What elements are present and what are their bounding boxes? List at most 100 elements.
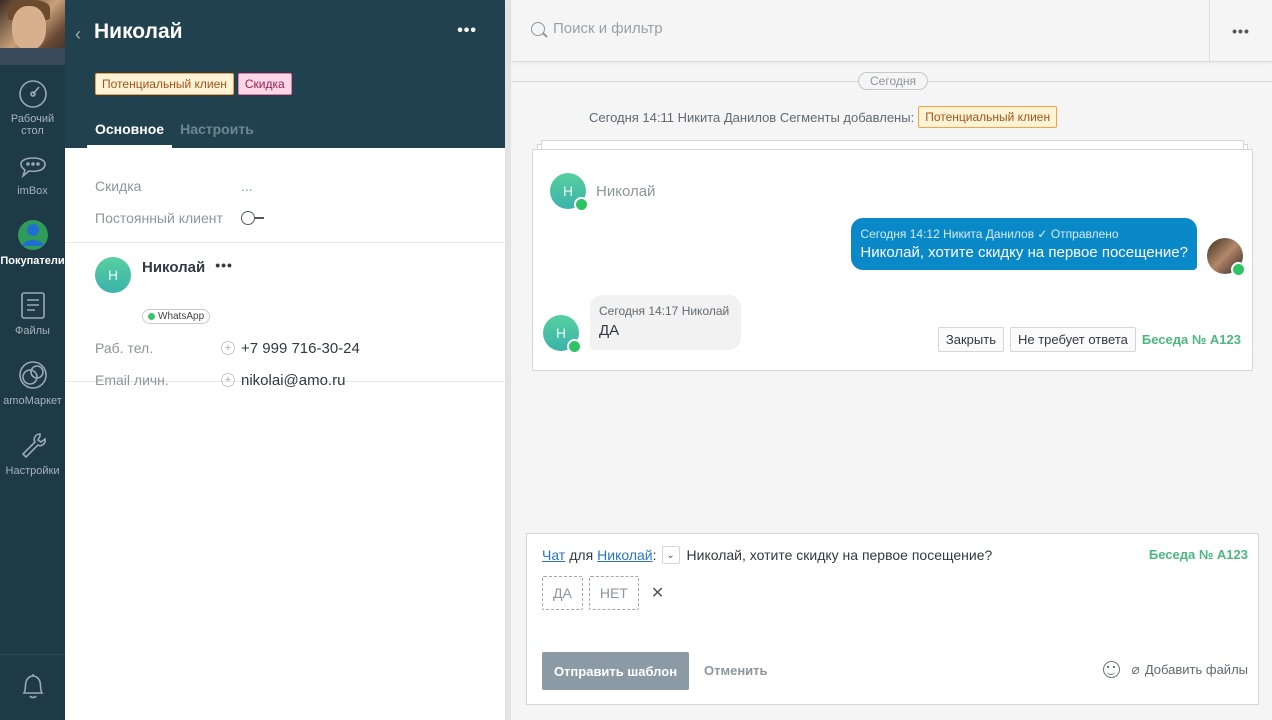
message-meta: Сегодня 14:17 Николай [599,304,730,318]
whatsapp-icon [567,339,582,354]
chat-icon [17,149,49,181]
chat-conversation: Н Николай Сегодня 14:12 Никита Данилов ✓… [532,149,1253,371]
add-icon[interactable]: + [221,373,235,387]
whatsapp-icon [574,197,589,212]
composer-header: Чат для Николай : ⌄ Николай, хотите скид… [542,546,993,564]
message-text: Николай, хотите скидку на первое посещен… [860,244,1188,261]
search-bar: ••• [511,0,1272,62]
emoji-icon[interactable] [1103,661,1120,678]
field-discount: Скидка ... [95,170,475,202]
field-label: Email личн. [95,372,169,388]
add-icon[interactable]: + [221,341,235,355]
chat-contact-avatar: Н [550,173,589,212]
contact-block: Н Николай ••• WhatsApp Раб. тел. + +7 99… [65,243,505,389]
nav-item-label: imBox [17,185,48,197]
incoming-avatar-wrap: Н [543,315,582,354]
contact-avatar: Н [95,257,131,293]
nav-item-settings[interactable]: Настройки [0,415,65,485]
system-note-text: Сегодня 14:11 Никита Данилов Сегменты до… [589,109,915,125]
talk-number-link[interactable]: Беседа № A123 [1142,332,1241,347]
customer-card: ‹ Николай ••• Потенциальный клиен Скидка… [65,0,505,720]
tag-list: Потенциальный клиен Скидка [95,73,292,95]
search-input[interactable] [553,20,1153,37]
tag-potential-client: Потенциальный клиен [918,106,1058,128]
nav-item-dashboard[interactable]: Рабочий стол [0,65,65,137]
message-meta: Сегодня 14:12 Никита Данилов ✓ Отправлен… [860,227,1119,241]
chat-header: Н Николай [550,173,655,212]
card-title[interactable]: Николай [94,20,183,44]
recipient-link[interactable]: Николай [597,547,652,563]
paperclip-icon: ⌀ [1131,661,1140,677]
contact-header: Н Николай ••• [95,257,475,293]
no-reply-needed-button[interactable]: Не требует ответа [1009,327,1136,352]
incoming-avatar: Н [543,315,582,354]
nav-item-label: Рабочий стол [10,113,55,137]
template-text[interactable]: Николай, хотите скидку на первое посещен… [687,547,993,563]
contact-more-button[interactable]: ••• [215,257,233,273]
field-label: Постоянный клиент [95,210,223,226]
field-label: Скидка [95,178,142,194]
card-tabs: Основное Настроить [87,121,262,148]
contact-phone-row: Раб. тел. + +7 999 716-30-24 [95,332,475,364]
cancel-button[interactable]: Отменить [704,663,768,678]
quick-reply-no[interactable]: НЕТ [588,576,639,610]
quick-replies: ДА НЕТ ✕ [542,576,664,610]
field-regular-client: Постоянный клиент [95,202,475,234]
nav-item-label: Покупатели [0,255,65,267]
chat-actions: Закрыть Не требует ответа Беседа № A123 [937,327,1241,352]
feed-panel: ••• Сегодня Сегодня 14:11 Никита Данилов… [511,0,1272,720]
message-text: ДА [599,322,620,339]
discount-value[interactable]: ... [241,178,253,194]
outgoing-message: Сегодня 14:12 Никита Данилов ✓ Отправлен… [851,218,1197,270]
notifications-button[interactable] [0,654,65,720]
nav-item-imbox[interactable]: imBox [0,135,65,205]
customers-icon [17,219,49,251]
system-note: Сегодня 14:11 Никита Данилов Сегменты до… [589,106,1058,128]
email-value[interactable]: nikolai@amo.ru [241,372,345,389]
card-header: ‹ Николай ••• Потенциальный клиен Скидка… [65,0,505,148]
contact-email-row: Email личн. + nikolai@amo.ru [95,364,475,396]
attach-files-button[interactable]: ⌀ Добавить файлы [1131,661,1248,678]
close-icon[interactable]: ✕ [651,583,664,603]
nav-item-label: amoМаркет [3,395,62,407]
day-label: Сегодня [858,72,928,90]
nav-item-label: Настройки [5,465,60,477]
files-icon [17,289,49,321]
tab-main[interactable]: Основное [87,121,173,148]
card-fields: Скидка ... Постоянный клиент [65,148,505,243]
feed-more-button[interactable]: ••• [1209,0,1272,62]
back-icon[interactable]: ‹ [75,24,81,45]
tag-discount[interactable]: Скидка [237,73,292,95]
send-template-button[interactable]: Отправить шаблон [542,652,689,690]
market-icon [17,359,49,391]
whatsapp-icon [1231,262,1246,277]
incoming-message: Сегодня 14:17 Николай ДА [590,295,742,350]
card-more-button[interactable]: ••• [457,22,477,40]
tab-configure[interactable]: Настроить [172,121,262,148]
field-label: Раб. тел. [95,340,154,356]
tag-potential-client[interactable]: Потенциальный клиен [95,73,234,95]
search-icon [531,22,545,36]
channel-label: WhatsApp [158,311,205,322]
nav-item-files[interactable]: Файлы [0,275,65,345]
regular-client-toggle[interactable] [241,211,265,225]
phone-value[interactable]: +7 999 716-30-24 [241,340,360,357]
nav-item-label: Файлы [15,325,50,337]
nav-item-customers[interactable]: Покупатели [0,205,65,275]
quick-reply-yes[interactable]: ДА [542,576,583,610]
whatsapp-icon [148,313,155,320]
dashboard-icon [17,79,49,109]
message-composer: Чат для Николай : ⌄ Николай, хотите скид… [526,533,1259,705]
close-chat-button[interactable]: Закрыть [937,327,1004,352]
chat-type-link[interactable]: Чат [542,547,565,563]
agent-avatar [1207,238,1246,277]
chevron-down-icon[interactable]: ⌄ [661,546,680,564]
bell-icon [19,671,47,704]
attach-label: Добавить файлы [1144,662,1248,677]
settings-icon [17,429,49,461]
chat-contact-name[interactable]: Николай [596,183,655,200]
user-avatar[interactable] [0,0,65,65]
talk-number-link[interactable]: Беседа № A123 [1149,547,1248,562]
nav-item-market[interactable]: amoМаркет [0,345,65,415]
contact-name[interactable]: Николай [142,259,205,276]
